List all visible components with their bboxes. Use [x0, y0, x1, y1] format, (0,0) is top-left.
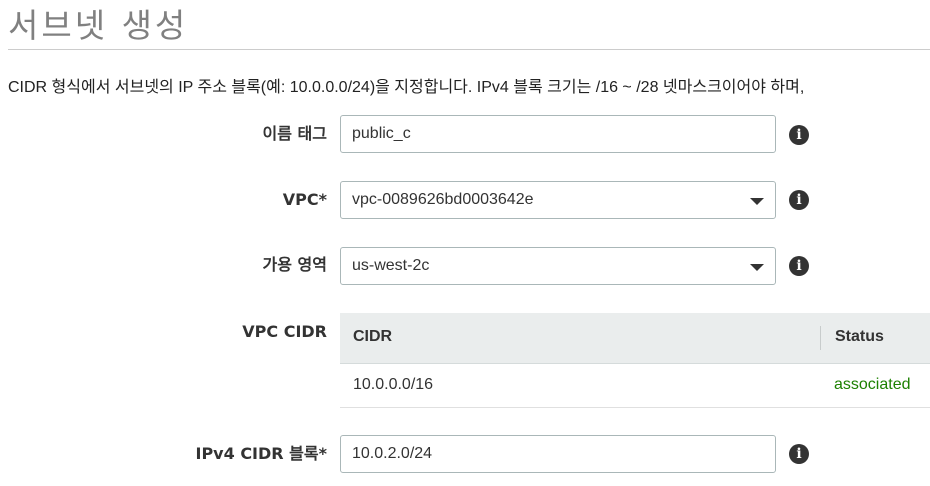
- availability-zone-value: us-west-2c: [352, 257, 430, 274]
- ipv4-cidr-input[interactable]: 10.0.2.0/24: [340, 435, 776, 473]
- vpc-cidr-table: CIDR Status 10.0.0.0/16 associated: [340, 313, 930, 408]
- info-icon[interactable]: i: [789, 190, 809, 210]
- column-divider[interactable]: [820, 326, 821, 350]
- chevron-down-icon: [750, 198, 764, 205]
- page-description: CIDR 형식에서 서브넷의 IP 주소 블록(예: 10.0.0.0/24)을…: [8, 79, 805, 96]
- title-divider: [8, 49, 930, 50]
- info-icon[interactable]: i: [789, 444, 809, 464]
- ipv4-cidr-value: 10.0.2.0/24: [352, 445, 433, 462]
- table-header: CIDR Status: [340, 313, 930, 364]
- vpc-select-value: vpc-0089626bd0003642e: [352, 191, 534, 208]
- info-icon[interactable]: i: [789, 256, 809, 276]
- vpc-select[interactable]: vpc-0089626bd0003642e: [340, 181, 776, 219]
- column-header-cidr: CIDR: [353, 328, 393, 345]
- info-icon[interactable]: i: [789, 125, 809, 145]
- name-tag-value: public_c: [352, 125, 411, 142]
- ipv4-cidr-label: IPv4 CIDR 블록*: [195, 444, 328, 463]
- availability-zone-select[interactable]: us-west-2c: [340, 247, 776, 285]
- availability-zone-label: 가용 영역: [262, 255, 327, 274]
- name-tag-label: 이름 태그: [262, 124, 327, 143]
- table-row: 10.0.0.0/16 associated: [340, 364, 930, 408]
- column-header-status: Status: [835, 328, 884, 345]
- vpc-cidr-label: VPC CIDR: [242, 322, 327, 341]
- chevron-down-icon: [750, 264, 764, 271]
- status-cell: associated: [834, 376, 911, 393]
- cidr-cell: 10.0.0.0/16: [353, 376, 434, 393]
- vpc-label: VPC*: [282, 190, 327, 209]
- page-title: 서브넷 생성: [8, 6, 189, 45]
- name-tag-input[interactable]: public_c: [340, 115, 776, 153]
